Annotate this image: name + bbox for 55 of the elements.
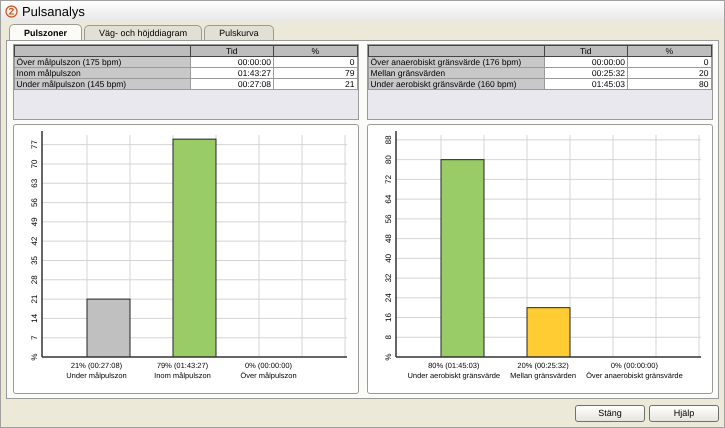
column-header: Tid [544,46,628,56]
tick-label: 70 [30,160,38,168]
tab[interactable]: Väg- och höjddiagram [84,25,202,40]
dialog-button[interactable]: Stäng [575,404,645,422]
table-cell: 21 [274,78,357,90]
tick-label: 64 [384,194,392,204]
table-cell: 00:25:32 [544,68,628,78]
tick-label: 80 [384,155,392,164]
column-header: % [628,46,711,56]
row-label: Under målpulszon (145 bpm) [14,78,190,90]
table-cell: 00:00:00 [544,56,628,68]
tick-label: 8 [384,335,392,340]
row-label: Under aerobiskt gränsvärde (160 bpm) [368,78,544,90]
tick-label: 32 [384,274,392,283]
tick-label: 48 [384,234,392,244]
tick-label: 16 [384,313,392,322]
app-icon [5,5,18,18]
table-cell: 01:43:27 [190,68,274,78]
tick-label: 63 [30,178,38,188]
table-cell: 00:27:08 [190,78,274,90]
column-header: % [274,46,357,56]
row-label: Inom målpulszon [14,68,190,78]
tick-label: 56 [384,214,392,224]
table-cell: 79 [274,68,357,78]
row-label: Över anaerobiskt gränsvärde (176 bpm) [368,56,544,68]
tick-label: 49 [30,217,38,226]
row-label: Mellan gränsvärden [368,68,544,78]
column-header: Tid [190,46,274,56]
table-cell: 01:45:03 [544,78,628,90]
table-cell: 80 [628,78,711,90]
tick-label: 42 [30,236,38,246]
tab[interactable]: Pulskurva [204,25,274,40]
tick-label: 14 [30,314,38,323]
tick-label: 35 [30,256,38,265]
tick-label: 21 [30,294,38,304]
tick-label: 56 [30,198,38,208]
tick-label: 77 [30,140,38,150]
window-title: Pulsanalys [22,4,85,19]
bar [526,307,570,358]
dialog-button[interactable]: Hjälp [649,404,719,422]
tick-label: 88 [384,135,392,144]
tick-label: 28 [30,275,38,284]
table-cell: 0 [628,56,711,68]
table-cell: 00:00:00 [190,56,274,68]
table-cell: 0 [274,56,357,68]
tick-label: % [30,353,38,361]
table-cell: 20 [628,68,711,78]
bar [86,298,130,358]
row-label: Över målpulszon (175 bpm) [14,56,190,68]
tick-label: 40 [384,254,392,263]
tick-label: 24 [384,293,392,302]
tick-label: 7 [30,335,38,340]
tick-label: 72 [384,174,392,184]
tab[interactable]: Pulszoner [9,24,82,40]
tick-label: % [384,353,392,361]
